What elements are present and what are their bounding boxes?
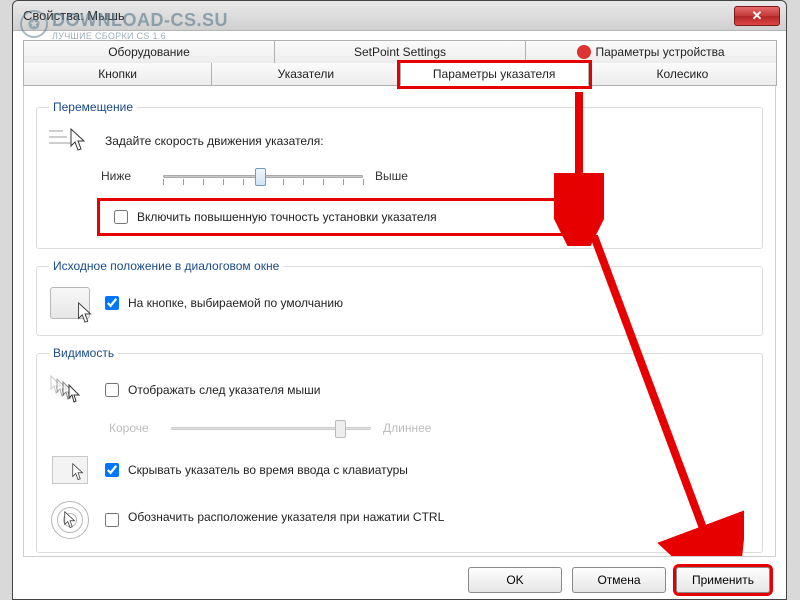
trail-low-label: Короче [109, 421, 159, 435]
enhance-precision-label: Включить повышенную точность установки у… [137, 210, 437, 224]
apply-button[interactable]: Применить [676, 567, 770, 593]
close-icon: ✕ [752, 8, 763, 24]
pointer-speed-icon [49, 124, 91, 158]
locate-input[interactable] [105, 513, 119, 527]
tab-pointer-options[interactable]: Параметры указателя [400, 63, 589, 86]
snap-checkbox[interactable]: На кнопке, выбираемой по умолчанию [101, 293, 343, 313]
enhance-precision-input[interactable] [114, 210, 128, 224]
window-title: Свойства: Мышь [23, 8, 734, 23]
locate-label: Обозначить расположение указателя при на… [128, 510, 444, 524]
trail-label: Отображать след указателя мыши [128, 383, 321, 397]
slider-high-label: Выше [375, 169, 425, 183]
group-snap-legend: Исходное положение в диалоговом окне [49, 259, 283, 273]
hide-input[interactable] [105, 463, 119, 477]
hide-icon [49, 450, 91, 490]
tab-setpoint[interactable]: SetPoint Settings [274, 40, 526, 64]
slider-low-label: Ниже [101, 169, 151, 183]
tab-wheel[interactable]: Колесико [588, 63, 777, 86]
tabstrip: Оборудование SetPoint Settings Параметры… [23, 40, 776, 86]
locate-checkbox[interactable]: Обозначить расположение указателя при на… [101, 510, 444, 530]
tab-pointers[interactable]: Указатели [211, 63, 400, 86]
dialog-buttons: OK Отмена Применить [23, 557, 776, 593]
client-area: Оборудование SetPoint Settings Параметры… [13, 31, 786, 599]
snap-label: На кнопке, выбираемой по умолчанию [128, 296, 343, 310]
close-button[interactable]: ✕ [734, 6, 780, 26]
enhance-precision-checkbox[interactable]: Включить повышенную точность установки у… [97, 198, 577, 236]
dialog-window: Свойства: Мышь ✕ Оборудование SetPoint S… [12, 0, 787, 600]
titlebar[interactable]: Свойства: Мышь ✕ [13, 1, 786, 31]
trail-length-slider [171, 416, 371, 440]
device-icon [577, 45, 591, 59]
tab-hardware[interactable]: Оборудование [23, 40, 275, 64]
group-visibility-legend: Видимость [49, 346, 118, 360]
pointer-speed-slider[interactable] [163, 164, 363, 188]
trail-checkbox[interactable]: Отображать след указателя мыши [101, 380, 321, 400]
trail-high-label: Длиннее [383, 421, 433, 435]
locate-icon [49, 500, 91, 540]
cancel-button[interactable]: Отмена [572, 567, 666, 593]
tab-buttons[interactable]: Кнопки [23, 63, 212, 86]
movement-desc: Задайте скорость движения указателя: [105, 134, 324, 148]
tab-device-params[interactable]: Параметры устройства [525, 40, 777, 64]
snap-icon [49, 283, 91, 323]
trail-input[interactable] [105, 383, 119, 397]
hide-label: Скрывать указатель во время ввода с клав… [128, 463, 408, 477]
group-movement-legend: Перемещение [49, 100, 137, 114]
group-snap: Исходное положение в диалоговом окне На … [36, 259, 763, 336]
hide-checkbox[interactable]: Скрывать указатель во время ввода с клав… [101, 460, 408, 480]
tab-panel: Перемещение Задайте скорость движения ук… [23, 86, 776, 557]
ok-button[interactable]: OK [468, 567, 562, 593]
snap-input[interactable] [105, 296, 119, 310]
group-movement: Перемещение Задайте скорость движения ук… [36, 100, 763, 249]
group-visibility: Видимость Отображать след указателя мыши [36, 346, 763, 553]
cursor-icon [69, 128, 87, 152]
trail-icon [49, 370, 91, 410]
